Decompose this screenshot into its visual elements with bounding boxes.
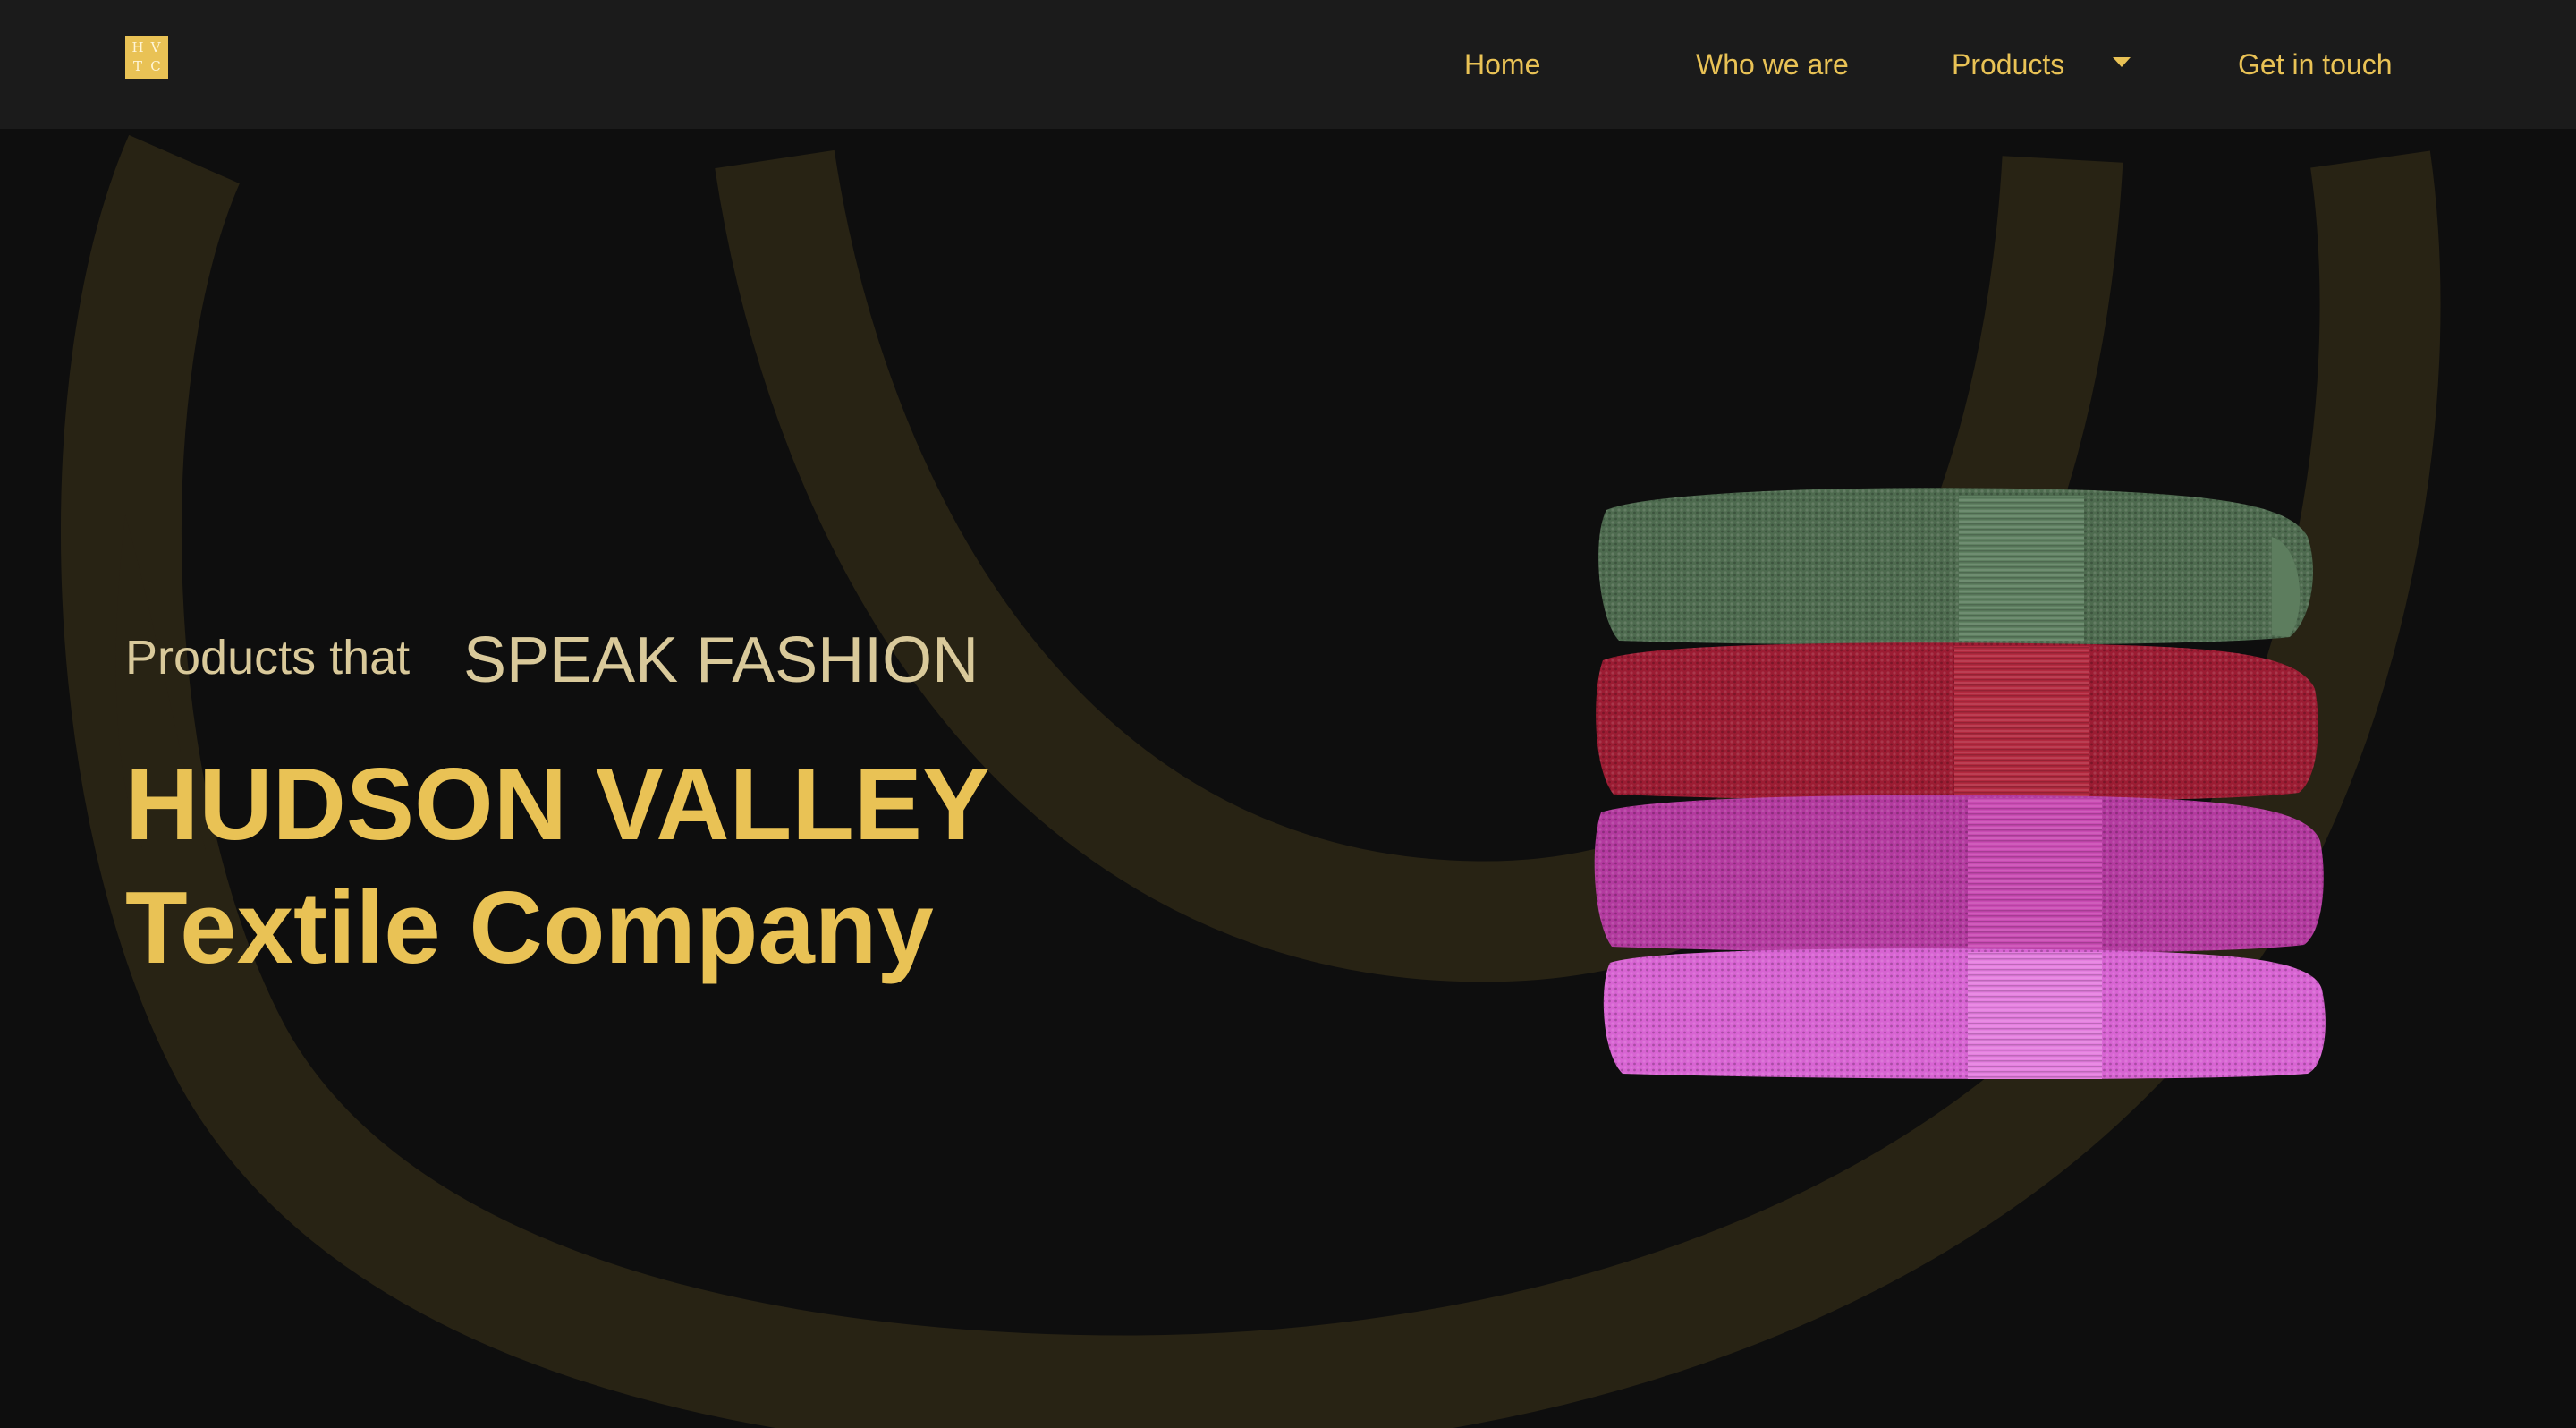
nav-link-who-we-are[interactable]: Who we are xyxy=(1696,45,1849,84)
logo-letter: C xyxy=(150,58,161,74)
towel-pink xyxy=(1603,948,2326,1079)
towel-stack-image xyxy=(1594,488,2326,1079)
towel-magenta xyxy=(1594,795,2324,954)
hero-brand-subtitle: Textile Company xyxy=(125,871,934,985)
nav-link-home[interactable]: Home xyxy=(1464,45,1540,84)
logo-letter: H xyxy=(131,39,144,55)
caret-down-icon[interactable] xyxy=(2113,57,2131,67)
towel-green xyxy=(1598,488,2313,645)
towel-red xyxy=(1596,642,2318,802)
logo-letter: T xyxy=(132,58,142,74)
page: H V T C Home Who we are Products Get in … xyxy=(0,0,2576,1428)
navbar: H V T C Home Who we are Products Get in … xyxy=(0,0,2576,129)
nav-link-get-in-touch[interactable]: Get in touch xyxy=(2238,45,2393,84)
logo-letter: V xyxy=(150,39,161,55)
hero-brand-name: HUDSON VALLEY xyxy=(125,748,990,862)
hero-tagline-emphasis: SPEAK FASHION xyxy=(463,625,979,696)
logo-icon[interactable]: H V T C xyxy=(125,36,168,79)
nav-link-products[interactable]: Products xyxy=(1952,45,2064,84)
hero-tagline-lead: Products that xyxy=(125,631,411,684)
